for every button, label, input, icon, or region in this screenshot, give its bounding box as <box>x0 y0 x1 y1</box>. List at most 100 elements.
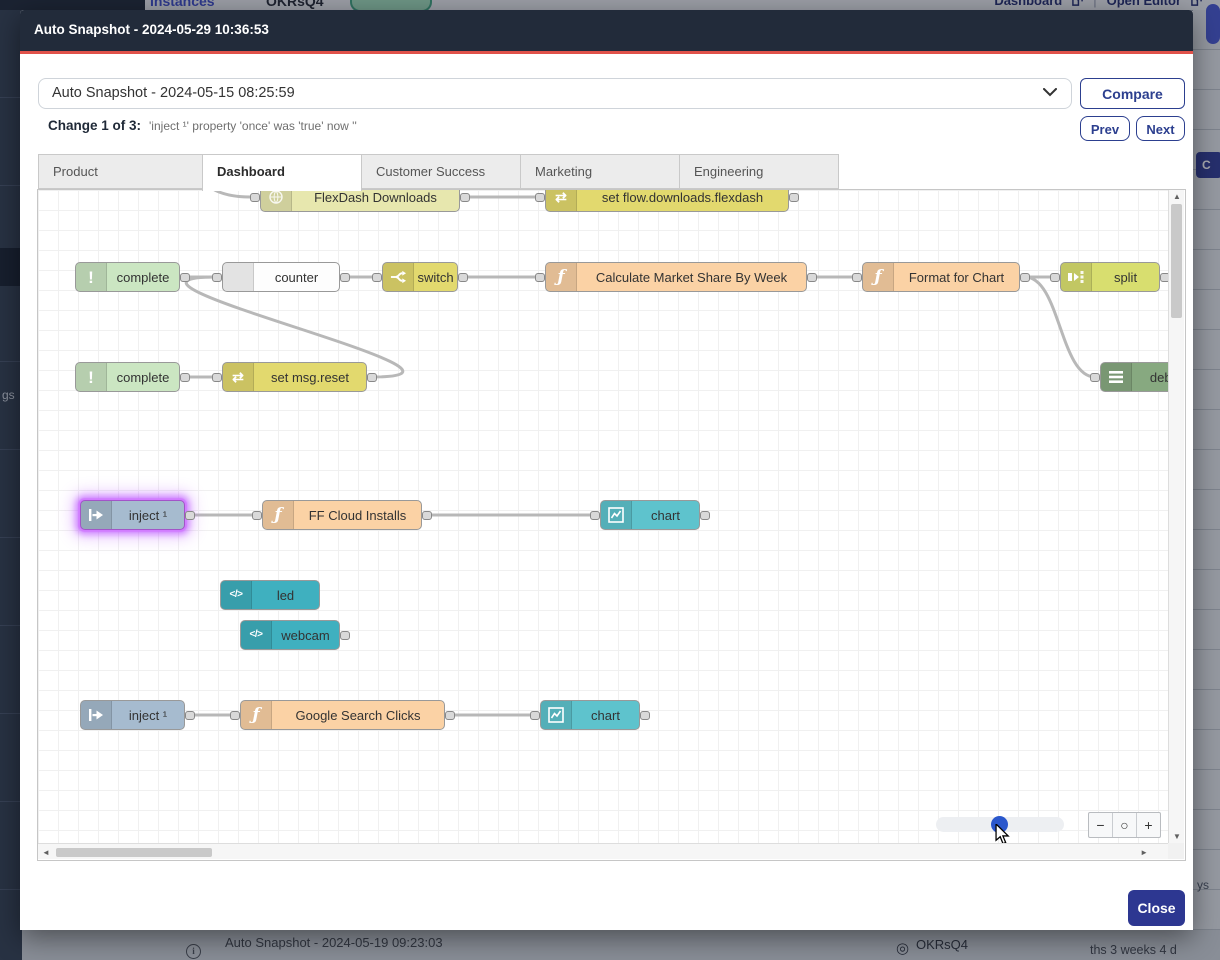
chart-icon <box>601 501 632 529</box>
node-port-in <box>590 511 600 520</box>
node-webcam[interactable]: </>webcam <box>240 620 340 650</box>
node-label: led <box>252 581 319 609</box>
node-port-in <box>535 193 545 202</box>
node-label: inject ¹ <box>112 701 184 729</box>
node-port-out <box>180 273 190 282</box>
tab-product[interactable]: Product <box>38 154 203 189</box>
node-flexdash-downloads[interactable]: FlexDash Downloads <box>260 190 460 212</box>
node-label: chart <box>572 701 639 729</box>
zoom-in-button[interactable]: + <box>1137 813 1160 837</box>
scroll-right-arrow[interactable]: ► <box>1140 845 1148 860</box>
node-port-out <box>340 631 350 640</box>
vertical-scroll-thumb[interactable] <box>1171 204 1182 318</box>
node-chart-2[interactable]: chart <box>540 700 640 730</box>
snapshot-select[interactable]: Auto Snapshot - 2024-05-15 08:25:59 <box>38 78 1072 109</box>
node-chart-1[interactable]: chart <box>600 500 700 530</box>
node-inject-1[interactable]: inject ¹ <box>80 500 185 530</box>
inject-icon <box>81 701 112 729</box>
node-port-out <box>700 511 710 520</box>
node-port-out <box>1020 273 1030 282</box>
code-icon: </> <box>221 581 252 609</box>
node-port-out <box>789 193 799 202</box>
node-label: split <box>1092 263 1159 291</box>
close-button[interactable]: Close <box>1128 890 1185 926</box>
node-port-out <box>340 273 350 282</box>
compare-button[interactable]: Compare <box>1080 78 1185 109</box>
node-port-out <box>807 273 817 282</box>
tab-marketing[interactable]: Marketing <box>520 154 680 189</box>
node-port-in <box>535 273 545 282</box>
node-port-out <box>185 711 195 720</box>
inject-icon <box>81 501 112 529</box>
globe-icon <box>261 190 292 211</box>
exclamation-icon: ! <box>76 363 107 391</box>
chart-icon <box>541 701 572 729</box>
flow-canvas[interactable]: − ○ + FlexDash Downloads ⇄set flow.downlo… <box>38 190 1168 843</box>
change-summary: Change 1 of 3:'inject ¹' property 'once'… <box>48 118 357 133</box>
node-label: webcam <box>272 621 339 649</box>
node-label: Format for Chart <box>894 263 1019 291</box>
node-counter[interactable]: counter <box>222 262 340 292</box>
scroll-down-arrow[interactable]: ▼ <box>1169 832 1185 841</box>
split-icon <box>1061 263 1092 291</box>
wire <box>188 190 250 197</box>
change-icon: ⇄ <box>546 190 577 211</box>
horizontal-scrollbar[interactable]: ◄ ► <box>38 843 1168 859</box>
node-port-in <box>372 273 382 282</box>
code-icon: </> <box>241 621 272 649</box>
node-port-out <box>640 711 650 720</box>
snapshot-compare-dialog: Auto Snapshot - 2024-05-29 10:36:53 Auto… <box>20 10 1193 930</box>
node-label: counter <box>254 263 339 291</box>
tab-customer-success[interactable]: Customer Success <box>361 154 521 189</box>
vertical-scrollbar[interactable]: ▲ ▼ <box>1168 190 1184 843</box>
node-set-msg-reset[interactable]: ⇄set msg.reset <box>222 362 367 392</box>
node-label: complete <box>107 363 179 391</box>
change-icon: ⇄ <box>223 363 254 391</box>
node-debug[interactable]: debug <box>1100 362 1168 392</box>
mouse-cursor <box>995 824 1011 843</box>
tab-engineering[interactable]: Engineering <box>679 154 839 189</box>
node-port-out <box>1160 273 1168 282</box>
node-port-in <box>250 193 260 202</box>
scroll-up-arrow[interactable]: ▲ <box>1169 192 1185 201</box>
node-port-in <box>530 711 540 720</box>
node-complete-2[interactable]: !complete <box>75 362 180 392</box>
node-calc-market-share[interactable]: ƒCalculate Market Share By Week <box>545 262 807 292</box>
node-port-in <box>212 373 222 382</box>
node-switch[interactable]: switch <box>382 262 458 292</box>
accent-line <box>20 51 1193 54</box>
node-set-flow-downloads[interactable]: ⇄set flow.downloads.flexdash <box>545 190 789 212</box>
node-port-in <box>852 273 862 282</box>
scroll-left-arrow[interactable]: ◄ <box>42 845 50 860</box>
node-label: FlexDash Downloads <box>292 190 459 211</box>
switch-icon <box>383 263 414 291</box>
tab-label: Product <box>53 164 98 179</box>
debug-icon <box>1101 363 1132 391</box>
canvas-frame: − ○ + FlexDash Downloads ⇄set flow.downlo… <box>37 189 1186 861</box>
tab-label: Customer Success <box>376 164 485 179</box>
node-format-for-chart[interactable]: ƒFormat for Chart <box>862 262 1020 292</box>
node-label: debug <box>1132 363 1168 391</box>
next-change-button[interactable]: Next <box>1136 116 1185 141</box>
tab-dashboard[interactable]: Dashboard <box>202 154 362 191</box>
node-port-in <box>252 511 262 520</box>
node-label: Calculate Market Share By Week <box>577 263 806 291</box>
prev-change-button[interactable]: Prev <box>1080 116 1130 141</box>
change-counter: Change 1 of 3: <box>48 118 141 133</box>
node-label: Google Search Clicks <box>272 701 444 729</box>
node-label: switch <box>414 263 457 291</box>
node-ff-cloud-installs[interactable]: ƒFF Cloud Installs <box>262 500 422 530</box>
zoom-reset-button[interactable]: ○ <box>1113 813 1137 837</box>
node-split[interactable]: split <box>1060 262 1160 292</box>
node-led[interactable]: </>led <box>220 580 320 610</box>
node-label: complete <box>107 263 179 291</box>
zoom-out-button[interactable]: − <box>1089 813 1113 837</box>
horizontal-scroll-thumb[interactable] <box>56 848 212 857</box>
function-icon: ƒ <box>263 501 294 529</box>
node-complete-1[interactable]: !complete <box>75 262 180 292</box>
node-google-search-clicks[interactable]: ƒGoogle Search Clicks <box>240 700 445 730</box>
node-port-out <box>460 193 470 202</box>
node-port-out <box>367 373 377 382</box>
node-port-out <box>422 511 432 520</box>
node-inject-2[interactable]: inject ¹ <box>80 700 185 730</box>
